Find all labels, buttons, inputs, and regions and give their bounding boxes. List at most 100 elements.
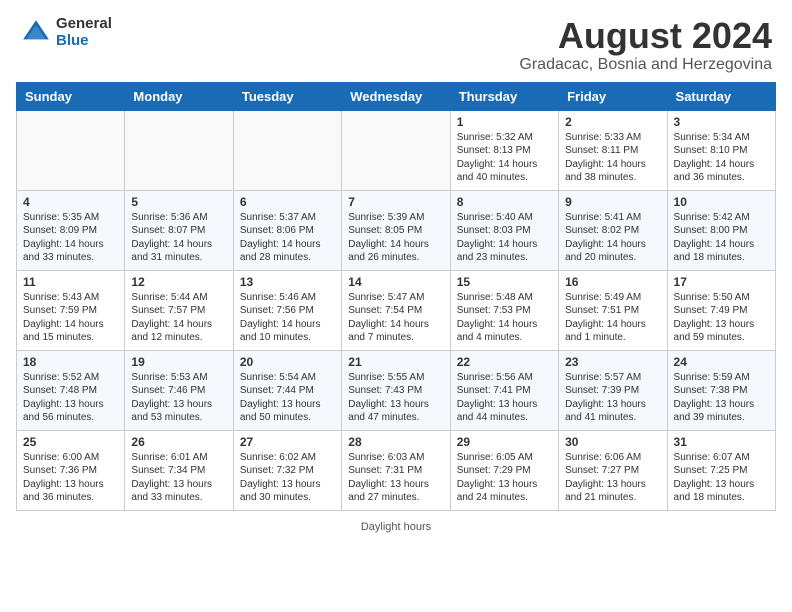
calendar-week-row: 1 Sunrise: 5:32 AM Sunset: 8:13 PM Daylig…: [17, 110, 776, 190]
day-content: Sunrise: 5:49 AM Sunset: 7:51 PM Dayligh…: [565, 291, 660, 345]
calendar-week-row: 11 Sunrise: 5:43 AM Sunset: 7:59 PM Dayli…: [17, 270, 776, 350]
day-number: 11: [23, 275, 118, 289]
calendar-cell: 16 Sunrise: 5:49 AM Sunset: 7:51 PM Dayli…: [559, 270, 667, 350]
day-number: 7: [348, 195, 443, 209]
day-number: 12: [131, 275, 226, 289]
calendar-cell: 20 Sunrise: 5:54 AM Sunset: 7:44 PM Dayli…: [233, 350, 341, 430]
logo-general-text: General: [56, 16, 112, 33]
day-number: 21: [348, 355, 443, 369]
calendar-cell: 22 Sunrise: 5:56 AM Sunset: 7:41 PM Dayli…: [450, 350, 558, 430]
day-content: Sunrise: 5:44 AM Sunset: 7:57 PM Dayligh…: [131, 291, 226, 345]
month-title: August 2024: [519, 16, 772, 56]
day-number: 29: [457, 435, 552, 449]
day-content: Sunrise: 5:32 AM Sunset: 8:13 PM Dayligh…: [457, 131, 552, 185]
calendar-cell: 17 Sunrise: 5:50 AM Sunset: 7:49 PM Dayli…: [667, 270, 775, 350]
calendar-wrapper: SundayMondayTuesdayWednesdayThursdayFrid…: [0, 82, 792, 515]
day-number: 16: [565, 275, 660, 289]
day-content: Sunrise: 5:37 AM Sunset: 8:06 PM Dayligh…: [240, 211, 335, 265]
day-number: 22: [457, 355, 552, 369]
day-number: 19: [131, 355, 226, 369]
day-content: Sunrise: 5:48 AM Sunset: 7:53 PM Dayligh…: [457, 291, 552, 345]
day-content: Sunrise: 5:39 AM Sunset: 8:05 PM Dayligh…: [348, 211, 443, 265]
calendar-cell: 19 Sunrise: 5:53 AM Sunset: 7:46 PM Dayli…: [125, 350, 233, 430]
calendar-cell: 9 Sunrise: 5:41 AM Sunset: 8:02 PM Daylig…: [559, 190, 667, 270]
day-number: 4: [23, 195, 118, 209]
day-number: 1: [457, 115, 552, 129]
calendar-day-header: Friday: [559, 82, 667, 110]
calendar-cell: 4Sunrise: 5:35 AM Sunset: 8:09 PM Daylig…: [17, 190, 125, 270]
day-number: 28: [348, 435, 443, 449]
calendar-cell: 24Sunrise: 5:59 AM Sunset: 7:38 PM Dayli…: [667, 350, 775, 430]
calendar-cell: 6 Sunrise: 5:37 AM Sunset: 8:06 PM Daylig…: [233, 190, 341, 270]
day-content: Sunrise: 6:06 AM Sunset: 7:27 PM Dayligh…: [565, 451, 660, 505]
day-content: Sunrise: 6:01 AM Sunset: 7:34 PM Dayligh…: [131, 451, 226, 505]
day-content: Sunrise: 6:05 AM Sunset: 7:29 PM Dayligh…: [457, 451, 552, 505]
day-content: Sunrise: 5:43 AM Sunset: 7:59 PM Dayligh…: [23, 291, 118, 345]
day-number: 20: [240, 355, 335, 369]
calendar-cell: 1 Sunrise: 5:32 AM Sunset: 8:13 PM Daylig…: [450, 110, 558, 190]
day-content: Sunrise: 5:52 AM Sunset: 7:48 PM Dayligh…: [23, 371, 118, 425]
logo-icon: [20, 17, 52, 49]
calendar-cell: 13 Sunrise: 5:46 AM Sunset: 7:56 PM Dayli…: [233, 270, 341, 350]
day-number: 13: [240, 275, 335, 289]
day-number: 31: [674, 435, 769, 449]
page-header: General Blue August 2024 Gradacac, Bosni…: [0, 0, 792, 82]
calendar-cell: 5 Sunrise: 5:36 AM Sunset: 8:07 PM Daylig…: [125, 190, 233, 270]
calendar-header-row: SundayMondayTuesdayWednesdayThursdayFrid…: [17, 82, 776, 110]
calendar-cell: 21 Sunrise: 5:55 AM Sunset: 7:43 PM Dayli…: [342, 350, 450, 430]
day-content: Sunrise: 5:41 AM Sunset: 8:02 PM Dayligh…: [565, 211, 660, 265]
day-number: 9: [565, 195, 660, 209]
calendar-day-header: Wednesday: [342, 82, 450, 110]
day-content: Sunrise: 6:00 AM Sunset: 7:36 PM Dayligh…: [23, 451, 118, 505]
day-content: Sunrise: 5:33 AM Sunset: 8:11 PM Dayligh…: [565, 131, 660, 185]
day-number: 30: [565, 435, 660, 449]
calendar-cell: 3 Sunrise: 5:34 AM Sunset: 8:10 PM Daylig…: [667, 110, 775, 190]
day-content: Sunrise: 5:56 AM Sunset: 7:41 PM Dayligh…: [457, 371, 552, 425]
day-number: 26: [131, 435, 226, 449]
calendar-cell: [342, 110, 450, 190]
day-content: Sunrise: 6:07 AM Sunset: 7:25 PM Dayligh…: [674, 451, 769, 505]
day-content: Sunrise: 6:02 AM Sunset: 7:32 PM Dayligh…: [240, 451, 335, 505]
calendar-cell: 7 Sunrise: 5:39 AM Sunset: 8:05 PM Daylig…: [342, 190, 450, 270]
day-number: 17: [674, 275, 769, 289]
day-content: Sunrise: 5:40 AM Sunset: 8:03 PM Dayligh…: [457, 211, 552, 265]
logo-blue-text: Blue: [56, 33, 112, 50]
day-content: Sunrise: 5:46 AM Sunset: 7:56 PM Dayligh…: [240, 291, 335, 345]
day-number: 14: [348, 275, 443, 289]
calendar-cell: 28Sunrise: 6:03 AM Sunset: 7:31 PM Dayli…: [342, 430, 450, 510]
logo-text: General Blue: [56, 16, 112, 49]
day-number: 2: [565, 115, 660, 129]
calendar-table: SundayMondayTuesdayWednesdayThursdayFrid…: [16, 82, 776, 511]
logo: General Blue: [20, 16, 112, 49]
day-number: 3: [674, 115, 769, 129]
calendar-cell: 26 Sunrise: 6:01 AM Sunset: 7:34 PM Dayli…: [125, 430, 233, 510]
day-content: Sunrise: 5:50 AM Sunset: 7:49 PM Dayligh…: [674, 291, 769, 345]
day-content: Sunrise: 5:54 AM Sunset: 7:44 PM Dayligh…: [240, 371, 335, 425]
calendar-cell: [125, 110, 233, 190]
day-content: Sunrise: 5:55 AM Sunset: 7:43 PM Dayligh…: [348, 371, 443, 425]
calendar-cell: 12 Sunrise: 5:44 AM Sunset: 7:57 PM Dayli…: [125, 270, 233, 350]
day-content: Sunrise: 5:34 AM Sunset: 8:10 PM Dayligh…: [674, 131, 769, 185]
calendar-cell: 10 Sunrise: 5:42 AM Sunset: 8:00 PM Dayli…: [667, 190, 775, 270]
day-content: Sunrise: 5:53 AM Sunset: 7:46 PM Dayligh…: [131, 371, 226, 425]
calendar-cell: 31 Sunrise: 6:07 AM Sunset: 7:25 PM Dayli…: [667, 430, 775, 510]
day-content: Sunrise: 5:42 AM Sunset: 8:00 PM Dayligh…: [674, 211, 769, 265]
calendar-cell: [233, 110, 341, 190]
location-subtitle: Gradacac, Bosnia and Herzegovina: [519, 56, 772, 74]
day-number: 15: [457, 275, 552, 289]
calendar-day-header: Monday: [125, 82, 233, 110]
calendar-week-row: 25 Sunrise: 6:00 AM Sunset: 7:36 PM Dayli…: [17, 430, 776, 510]
day-content: Sunrise: 5:36 AM Sunset: 8:07 PM Dayligh…: [131, 211, 226, 265]
day-number: 6: [240, 195, 335, 209]
day-number: 10: [674, 195, 769, 209]
day-content: Sunrise: 5:47 AM Sunset: 7:54 PM Dayligh…: [348, 291, 443, 345]
calendar-cell: 30 Sunrise: 6:06 AM Sunset: 7:27 PM Dayli…: [559, 430, 667, 510]
calendar-cell: 25 Sunrise: 6:00 AM Sunset: 7:36 PM Dayli…: [17, 430, 125, 510]
calendar-cell: 2 Sunrise: 5:33 AM Sunset: 8:11 PM Daylig…: [559, 110, 667, 190]
title-block: August 2024 Gradacac, Bosnia and Herzego…: [519, 16, 772, 74]
calendar-day-header: Tuesday: [233, 82, 341, 110]
day-number: 8: [457, 195, 552, 209]
day-number: 5: [131, 195, 226, 209]
day-number: 25: [23, 435, 118, 449]
day-number: 18: [23, 355, 118, 369]
